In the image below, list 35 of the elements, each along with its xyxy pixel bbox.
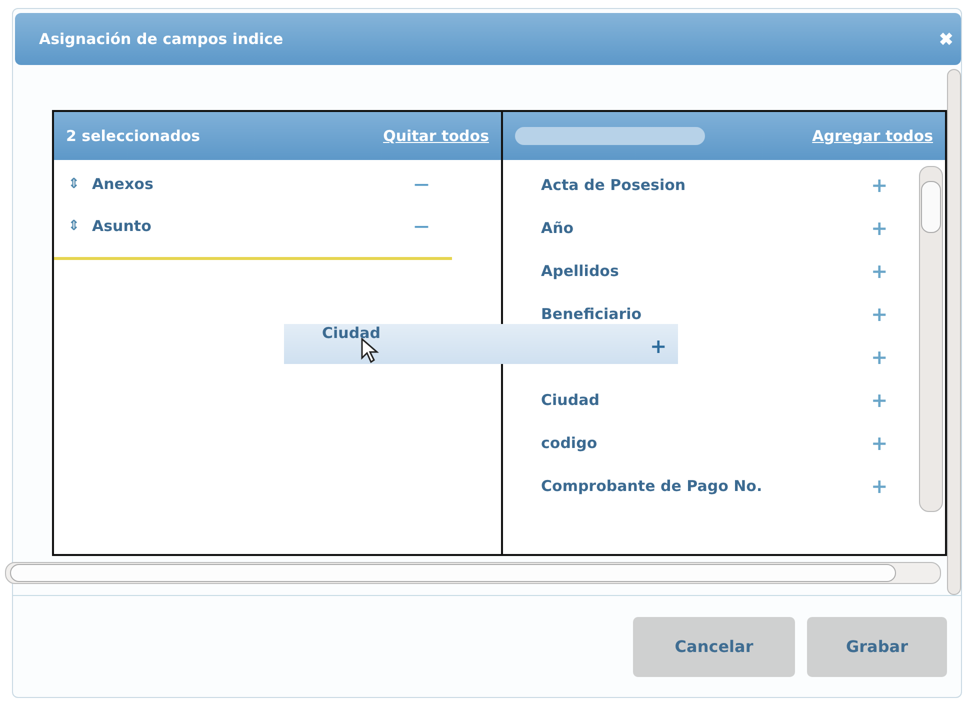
remove-all-link[interactable]: Quitar todos — [383, 127, 489, 145]
add-button[interactable]: + — [871, 474, 888, 498]
add-button[interactable]: + — [871, 258, 888, 282]
field-item[interactable]: codigo — [541, 434, 871, 452]
add-button[interactable]: + — [871, 172, 888, 196]
close-button[interactable]: ✖ — [939, 28, 953, 50]
selected-count: 2 seleccionados — [66, 127, 200, 145]
field-item[interactable]: Comprobante de Pago No. — [541, 476, 871, 494]
drag-handle-icon[interactable]: ⇕ — [68, 218, 84, 234]
remove-button[interactable]: — — [414, 175, 429, 193]
add-all-link[interactable]: Agregar todos — [812, 127, 933, 145]
cursor-icon — [361, 338, 379, 364]
drag-handle-icon[interactable]: ⇕ — [68, 176, 84, 192]
horizontal-scrollbar[interactable] — [5, 562, 941, 584]
add-button[interactable]: + — [871, 216, 888, 240]
field-item[interactable]: Ciudad — [541, 390, 871, 408]
window-title: Asignación de campos indice — [39, 30, 284, 48]
add-button[interactable]: + — [871, 430, 888, 454]
cancel-button[interactable]: Cancelar — [633, 616, 795, 676]
save-button[interactable]: Grabar — [807, 616, 947, 676]
field-item[interactable]: Acta de Posesion — [541, 176, 871, 194]
scrollbar[interactable] — [947, 69, 961, 595]
remove-button[interactable]: — — [414, 217, 429, 235]
drag-item-label: Ciudad — [322, 324, 380, 342]
field-item[interactable]: Asunto — [92, 217, 414, 235]
add-icon: + — [650, 336, 667, 356]
add-button[interactable]: + — [871, 302, 888, 326]
field-item[interactable]: Anexos — [92, 175, 414, 193]
field-item[interactable]: Beneficiario — [541, 304, 871, 322]
add-button[interactable]: + — [871, 388, 888, 412]
search-field[interactable] — [515, 127, 705, 145]
field-item[interactable]: Año — [541, 218, 871, 236]
field-item[interactable]: Apellidos — [541, 262, 871, 280]
add-button[interactable]: + — [871, 344, 888, 368]
scrollbar[interactable] — [919, 166, 943, 512]
